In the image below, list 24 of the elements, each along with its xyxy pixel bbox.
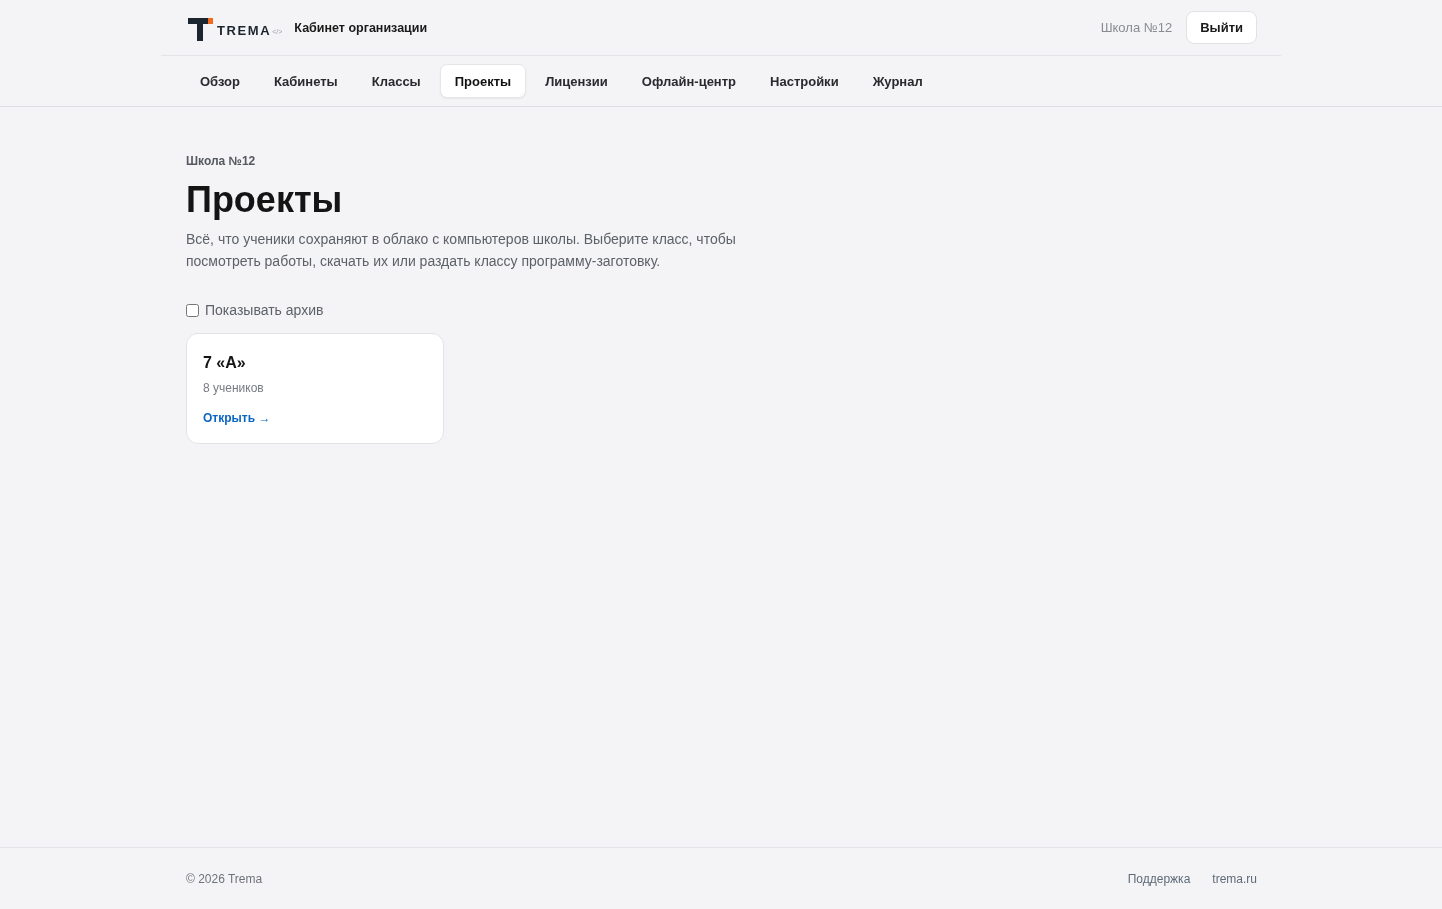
nav-tab[interactable]: Офлайн-центр — [626, 64, 752, 98]
student-count: 8 учеников — [203, 380, 264, 396]
page-description: Всё, что ученики сохраняют в облако с компьютеров школы. Выберите класс, чтобы посмотреть работы, скачать их или раздать классу программу-заготовку. — [186, 230, 737, 271]
page-title: Проекты — [186, 178, 343, 222]
logo-t-icon — [188, 18, 213, 41]
nav-tab[interactable]: Журнал — [857, 64, 938, 98]
archive-checkbox[interactable] — [186, 303, 199, 317]
archive-label: Показывать архив — [205, 302, 324, 318]
organization-name: Школа №12 — [1100, 20, 1173, 35]
nav-tab[interactable]: Обзор — [185, 64, 255, 98]
breadcrumb: Школа №12 — [186, 154, 256, 168]
footer-link[interactable]: trema.ru — [1212, 871, 1257, 886]
logout-button[interactable]: Выйти — [1186, 11, 1257, 44]
nav-tab[interactable]: Проекты — [439, 64, 527, 98]
nav-tab[interactable]: Кабинеты — [259, 64, 353, 98]
nav-tab[interactable]: Настройки — [755, 64, 854, 98]
nav-tab[interactable]: Лицензии — [530, 64, 623, 98]
class-name: 7 «А» — [203, 353, 246, 373]
logo-wordmark: TREMA — [217, 22, 272, 38]
footer-link[interactable]: Поддержка — [1127, 871, 1191, 886]
app-title: Кабинет организации — [294, 20, 428, 35]
copyright-text: © 2026 Trema — [186, 871, 263, 886]
open-link[interactable]: Открыть → — [203, 411, 271, 425]
nav-tab[interactable]: Классы — [356, 64, 436, 98]
